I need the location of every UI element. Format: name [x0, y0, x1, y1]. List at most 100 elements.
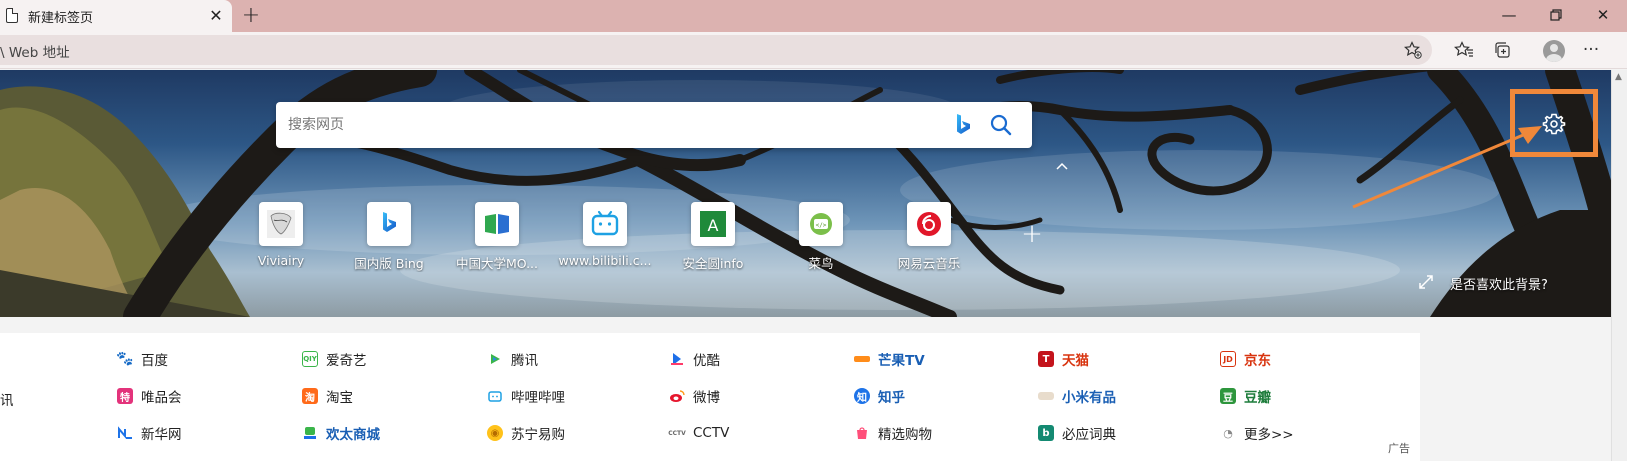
- restore-icon: [1550, 9, 1562, 21]
- baidu-paw-icon: 🐾: [116, 351, 134, 367]
- link-label: 新华网: [141, 427, 182, 443]
- youku-icon: [669, 351, 685, 367]
- vertical-scrollbar[interactable]: ▲: [1611, 70, 1627, 461]
- search-box: [276, 102, 1032, 148]
- mooc-book-icon: [475, 202, 519, 246]
- quick-link-label: 网易云音乐: [897, 256, 961, 271]
- link-xiaomi-youpin[interactable]: 小米有品: [1038, 385, 1116, 407]
- profile-avatar[interactable]: [1543, 40, 1565, 62]
- link-label: 小米有品: [1062, 390, 1116, 406]
- link-label: 优酷: [693, 353, 720, 369]
- link-label: 精选购物: [878, 427, 932, 443]
- link-label: 必应词典: [1062, 427, 1116, 443]
- quick-link-mooc[interactable]: 中国大学MO...: [443, 202, 551, 272]
- search-icon[interactable]: [986, 110, 1016, 140]
- manga-avatar-icon: [259, 202, 303, 246]
- favorites-icon[interactable]: [1449, 35, 1479, 65]
- close-tab-icon[interactable]: ✕: [205, 5, 227, 27]
- iqiyi-icon: QIY: [302, 351, 318, 367]
- scroll-up-icon[interactable]: ▲: [1615, 72, 1622, 82]
- quick-link-label: www.bilibili.c...: [558, 253, 652, 268]
- heytap-icon: [302, 425, 318, 441]
- bilibili-tv-icon: [487, 388, 503, 404]
- quick-link-runoob[interactable]: </> 菜鸟: [767, 202, 875, 272]
- restore-button[interactable]: [1533, 0, 1579, 30]
- link-tmall[interactable]: T 天猫: [1038, 348, 1089, 370]
- quick-link-label: 菜鸟: [808, 256, 834, 271]
- search-input[interactable]: [288, 112, 888, 138]
- link-bing-dict[interactable]: b 必应词典: [1038, 422, 1116, 444]
- link-label: 欢太商城: [326, 427, 380, 443]
- link-label: 唯品会: [141, 390, 182, 406]
- quick-link-bing[interactable]: 国内版 Bing: [335, 202, 443, 272]
- suning-icon: ◉: [487, 425, 503, 441]
- jd-icon: JD: [1220, 351, 1236, 367]
- link-label: 腾讯: [511, 353, 538, 369]
- weibo-icon: [669, 388, 685, 404]
- link-suning[interactable]: ◉ 苏宁易购: [487, 422, 565, 444]
- link-baidu[interactable]: 🐾 百度: [116, 348, 168, 370]
- like-background-link[interactable]: 是否喜欢此背景?: [1450, 274, 1548, 293]
- taobao-icon: 淘: [302, 388, 318, 404]
- expand-icon[interactable]: [1417, 273, 1435, 291]
- add-favorite-icon[interactable]: [1398, 35, 1428, 65]
- link-label: 天猫: [1062, 353, 1089, 369]
- more-icon: ◔: [1223, 426, 1233, 440]
- link-xinhua[interactable]: 新华网: [117, 422, 182, 444]
- quick-link-bilibili[interactable]: www.bilibili.c...: [551, 202, 659, 268]
- toolbar: \ Web 地址 ···: [0, 32, 1627, 69]
- link-label: 苏宁易购: [511, 427, 565, 443]
- tencent-video-icon: [487, 351, 503, 367]
- settings-gear-icon[interactable]: [1540, 110, 1568, 138]
- collapse-chevron-up-icon[interactable]: [1055, 160, 1071, 172]
- link-label: 豆瓣: [1244, 390, 1271, 406]
- mangotv-icon: [854, 356, 870, 362]
- link-tencent[interactable]: 腾讯: [487, 348, 538, 370]
- quick-link-netease-music[interactable]: 网易云音乐: [875, 202, 983, 272]
- minimize-button[interactable]: —: [1486, 0, 1532, 30]
- runoob-icon: </>: [799, 202, 843, 246]
- link-youku[interactable]: 优酷: [669, 348, 720, 370]
- svg-text:</>: </>: [816, 222, 827, 229]
- add-quick-link-button[interactable]: +: [1020, 221, 1044, 247]
- link-label: CCTV: [693, 425, 730, 441]
- link-douban[interactable]: 豆 豆瓣: [1220, 385, 1271, 407]
- tab-new-tab[interactable]: 新建标签页 ✕: [0, 0, 232, 32]
- tab-title: 新建标签页: [28, 11, 94, 26]
- collections-icon[interactable]: [1487, 35, 1517, 65]
- address-bar[interactable]: \ Web 地址: [0, 35, 1432, 65]
- link-label: 芒果TV: [878, 353, 925, 369]
- link-label: 爱奇艺: [326, 353, 367, 369]
- link-label: 哔哩哔哩: [511, 390, 565, 406]
- page-icon: [6, 8, 18, 23]
- zhihu-icon: 知: [854, 388, 870, 404]
- link-weibo[interactable]: 微博: [669, 385, 720, 407]
- link-label: 更多>>: [1244, 427, 1294, 443]
- quick-link-label: 中国大学MO...: [455, 256, 539, 271]
- link-label: 京东: [1244, 353, 1271, 369]
- link-zhihu[interactable]: 知 知乎: [854, 385, 905, 407]
- quick-link-anquanquan[interactable]: A 安全圆info: [659, 202, 767, 272]
- link-taobao[interactable]: 淘 淘宝: [302, 385, 353, 407]
- link-shopping[interactable]: 精选购物: [854, 422, 932, 444]
- more-menu-icon[interactable]: ···: [1576, 35, 1606, 65]
- quick-link-viviairy[interactable]: Viviairy: [227, 202, 335, 268]
- link-more[interactable]: ◔ 更多>>: [1220, 422, 1294, 444]
- close-window-button[interactable]: ✕: [1580, 0, 1626, 30]
- svg-text:A: A: [708, 216, 719, 235]
- link-cctv[interactable]: CCTV CCTV: [668, 422, 730, 444]
- partial-link-label[interactable]: 讯: [0, 389, 14, 409]
- netease-music-icon: [907, 202, 951, 246]
- link-vip[interactable]: 特 唯品会: [117, 385, 182, 407]
- letter-a-icon: A: [691, 202, 735, 246]
- bing-icon[interactable]: [950, 112, 976, 138]
- new-tab-button[interactable]: +: [238, 2, 264, 30]
- link-bilibili[interactable]: 哔哩哔哩: [487, 385, 565, 407]
- tab-strip: 新建标签页 ✕ + — ✕: [0, 0, 1627, 32]
- bing-dictionary-icon: b: [1038, 425, 1054, 441]
- link-iqiyi[interactable]: QIY 爱奇艺: [302, 348, 367, 370]
- ad-label: 广告: [1388, 442, 1410, 455]
- link-heytap[interactable]: 欢太商城: [302, 422, 380, 444]
- link-jd[interactable]: JD 京东: [1220, 348, 1271, 370]
- link-mangotv[interactable]: 芒果TV: [854, 348, 925, 370]
